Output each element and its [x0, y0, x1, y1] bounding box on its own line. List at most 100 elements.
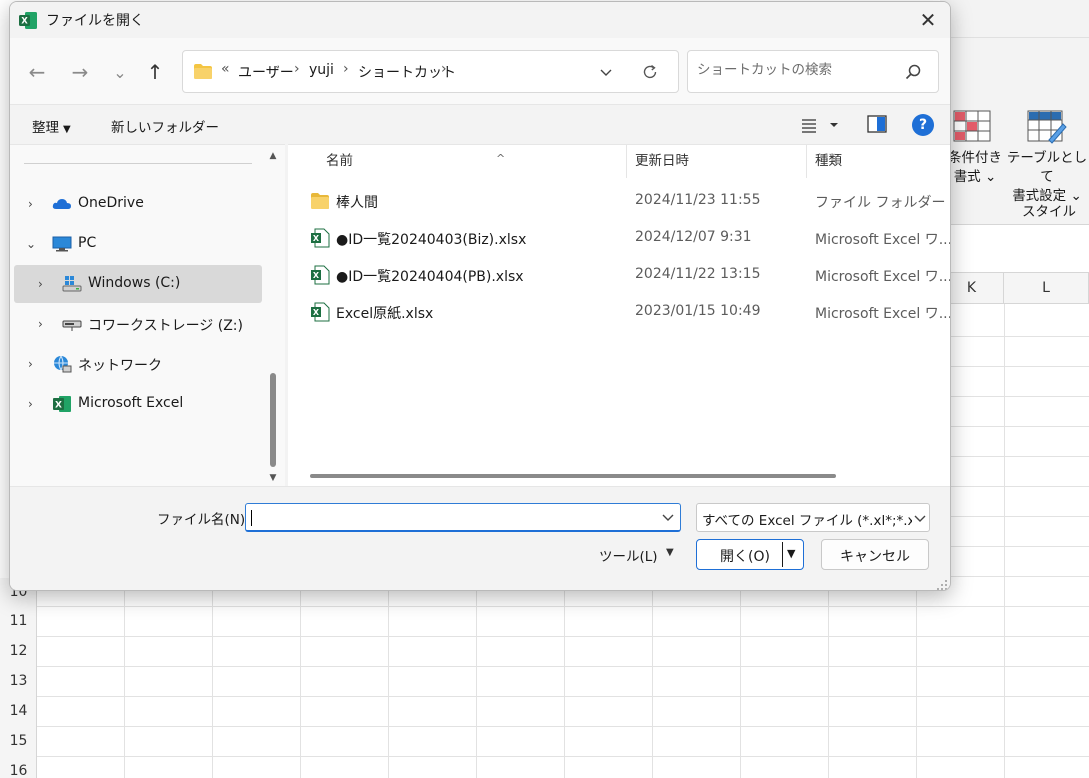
svg-text:X: X [313, 271, 320, 280]
row-number[interactable]: 14 [0, 703, 37, 719]
pc-icon [52, 236, 72, 252]
file-modified: 2024/12/07 9:31 [635, 229, 752, 245]
caret-down-icon: ▼ [63, 124, 71, 135]
format-as-table-icon[interactable] [1027, 110, 1067, 146]
new-folder-button[interactable]: 新しいフォルダー [111, 116, 219, 136]
address-dropdown-button[interactable] [593, 59, 619, 85]
scrollbar-thumb[interactable] [270, 373, 276, 467]
file-type: ファイル フォルダー [815, 195, 946, 211]
tree-item-onedrive[interactable]: › OneDrive [14, 185, 262, 223]
refresh-icon [643, 64, 657, 79]
breadcrumb-overflow[interactable]: « [221, 61, 230, 77]
filename-input[interactable] [252, 509, 652, 525]
recent-locations-button[interactable]: ⌄ [106, 58, 134, 86]
navigation-bar: ← → ⌄ ↑ « ユーザー › yuji › ショートカット › [10, 38, 950, 104]
help-icon[interactable]: ? [912, 114, 934, 136]
address-bar[interactable]: « ユーザー › yuji › ショートカット › [182, 50, 679, 93]
folder-icon [194, 64, 212, 79]
format-as-table-button[interactable]: テーブルとして 書式設定 ⌄ [1005, 149, 1089, 206]
excel-file-icon: X [311, 302, 330, 322]
refresh-button[interactable] [637, 59, 663, 85]
breadcrumb-separator[interactable]: › [343, 61, 349, 77]
organize-label: 整理 [32, 120, 59, 136]
column-headers: K L [940, 272, 1089, 304]
chevron-down-icon[interactable] [660, 509, 676, 525]
open-options-caret-icon[interactable]: ▼ [787, 547, 795, 560]
column-header-l[interactable]: L [1004, 273, 1089, 303]
file-row[interactable]: X ●ID一覧20240404(PB).xlsx 2024/11/22 13:1… [288, 257, 950, 293]
chevron-right-icon[interactable]: › [38, 277, 50, 291]
open-button[interactable]: 開く(O) ▼ [696, 539, 804, 570]
breadcrumb-separator[interactable]: › [441, 61, 447, 77]
search-box[interactable] [687, 50, 939, 93]
dialog-title: ファイルを開く [46, 13, 144, 29]
back-button[interactable]: ← [23, 58, 51, 86]
tree-item-label: Microsoft Excel [78, 395, 184, 411]
up-button[interactable]: ↑ [141, 58, 169, 86]
column-header-name-label: 名前 [326, 153, 353, 169]
breadcrumb-users[interactable]: ユーザー [238, 62, 294, 82]
breadcrumb-yuji[interactable]: yuji [309, 62, 334, 78]
chevron-down-icon [914, 515, 926, 522]
row-number[interactable]: 16 [0, 763, 37, 778]
file-type: Microsoft Excel ワ... [815, 269, 950, 285]
cancel-button-label: キャンセル [840, 549, 910, 565]
tree-item-windows-c[interactable]: › Windows (C:) [14, 265, 262, 303]
row-number[interactable]: 12 [0, 643, 37, 659]
tree-item-network[interactable]: › ネットワーク [14, 345, 262, 383]
row-number[interactable]: 15 [0, 733, 37, 749]
caret-down-icon[interactable]: ▼ [666, 547, 674, 558]
tree-item-label: ネットワーク [78, 358, 162, 374]
file-type: Microsoft Excel ワ... [815, 232, 950, 248]
scroll-up-icon[interactable]: ▲ [268, 151, 278, 161]
organize-button[interactable]: 整理 ▼ [32, 116, 71, 136]
tools-button[interactable]: ツール(L) [599, 545, 658, 565]
svg-text:X: X [313, 308, 320, 317]
resize-grip-icon[interactable] [936, 579, 948, 591]
search-input[interactable] [697, 62, 897, 78]
breadcrumb-separator[interactable]: › [294, 61, 300, 77]
close-icon: ✕ [919, 8, 937, 32]
forward-button[interactable]: → [66, 58, 94, 86]
chevron-right-icon[interactable]: › [28, 397, 40, 411]
chevron-right-icon[interactable]: › [28, 197, 40, 211]
conditional-format-button[interactable]: 条件付き 書式 ⌄ [947, 149, 1003, 187]
file-name: ●ID一覧20240404(PB).xlsx [336, 269, 524, 285]
network-icon [54, 355, 72, 373]
file-name: 棒人間 [336, 195, 378, 211]
tree-item-label: PC [78, 235, 97, 251]
search-icon[interactable] [904, 63, 922, 81]
svg-text:X: X [313, 234, 320, 243]
scroll-down-icon[interactable]: ▼ [268, 473, 278, 483]
chevron-down-icon [600, 69, 612, 76]
open-file-dialog: X ファイルを開く ✕ ← → ⌄ ↑ « ユーザー › yuji › ショート… [9, 1, 951, 591]
tree-item-microsoft-excel[interactable]: › X Microsoft Excel [14, 385, 262, 423]
excel-file-icon: X [311, 228, 330, 248]
file-row[interactable]: X Excel原紙.xlsx 2023/01/15 10:49 Microsof… [288, 294, 950, 330]
arrow-up-icon: ↑ [146, 60, 164, 84]
row-number[interactable]: 11 [0, 613, 37, 629]
nav-pane-scrollbar[interactable]: ▲ ▼ [265, 145, 281, 487]
cancel-button[interactable]: キャンセル [821, 539, 929, 570]
column-header-type[interactable]: 種類 [807, 145, 950, 178]
chevron-right-icon[interactable]: › [38, 317, 50, 331]
file-row[interactable]: 棒人間 2024/11/23 11:55 ファイル フォルダー [288, 183, 950, 219]
conditional-format-icon[interactable] [953, 110, 991, 142]
file-list-horizontal-scrollbar[interactable] [310, 474, 836, 478]
ribbon-group-styles: スタイル [1022, 204, 1076, 220]
preview-pane-icon[interactable] [867, 115, 887, 133]
filename-combobox[interactable] [245, 503, 681, 532]
filetype-select[interactable]: すべての Excel ファイル (*.xl*;*.xlsx;* [696, 503, 930, 532]
column-header-name[interactable]: 名前 ^ [318, 145, 627, 178]
chevron-down-icon[interactable]: ⌄ [26, 237, 38, 251]
view-options-icon[interactable] [800, 115, 844, 135]
svg-text:X: X [21, 17, 28, 27]
chevron-right-icon[interactable]: › [28, 357, 40, 371]
tree-item-pc[interactable]: ⌄ PC [14, 225, 262, 263]
column-header-modified[interactable]: 更新日時 [627, 145, 807, 178]
tree-item-network-drive-z[interactable]: › コワークストレージ (Z:) [14, 305, 262, 343]
svg-text:X: X [55, 401, 62, 411]
file-row[interactable]: X ●ID一覧20240403(Biz).xlsx 2024/12/07 9:3… [288, 220, 950, 256]
close-button[interactable]: ✕ [906, 2, 950, 38]
row-number[interactable]: 13 [0, 673, 37, 689]
